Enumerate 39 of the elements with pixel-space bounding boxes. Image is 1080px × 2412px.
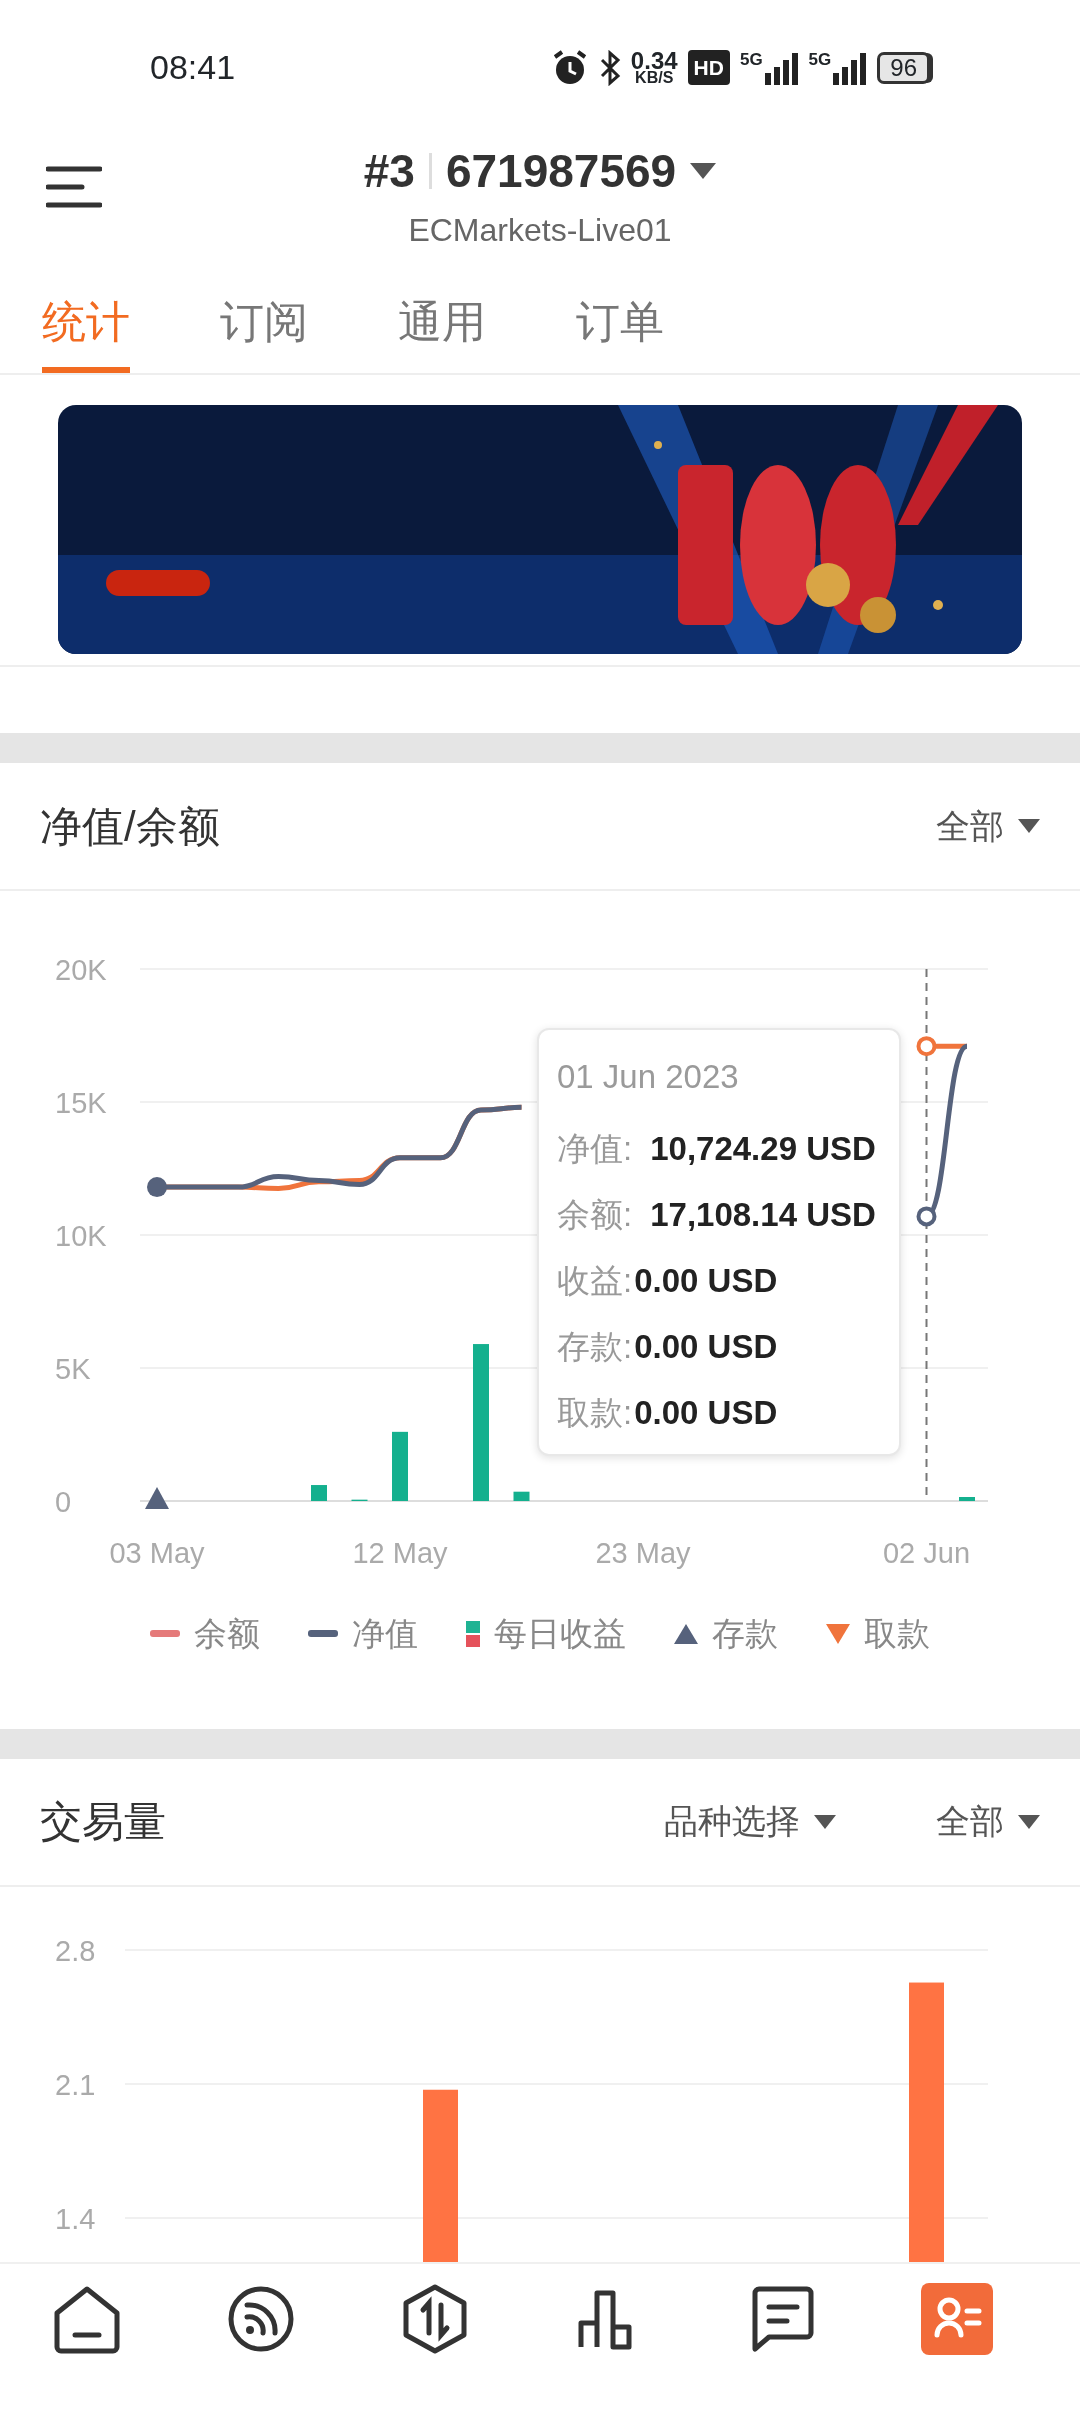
tooltip-value: 10,724.29 USD bbox=[650, 1129, 876, 1167]
legend-label: 取款 bbox=[864, 1614, 930, 1654]
axis-label: 10K bbox=[55, 1220, 107, 1252]
speed-unit: KB/S bbox=[635, 71, 674, 86]
battery-icon: 96 bbox=[877, 51, 930, 84]
section-title: 交易量 bbox=[40, 1797, 166, 1847]
tooltip-label: 净值: bbox=[557, 1129, 633, 1167]
tooltip-value: 0.00 USD bbox=[634, 1393, 778, 1431]
status-time: 08:41 bbox=[150, 47, 236, 88]
network-type: 5G bbox=[739, 50, 763, 68]
tooltip-label: 存款: bbox=[557, 1327, 633, 1365]
account-index: #3 bbox=[363, 143, 415, 199]
axis-label: 5K bbox=[55, 1353, 91, 1385]
legend-label: 每日收益 bbox=[494, 1614, 626, 1654]
axis-label: 12 May bbox=[352, 1537, 448, 1569]
legend-label: 余额 bbox=[194, 1614, 260, 1654]
axis-label: 20K bbox=[55, 954, 107, 986]
axis-label: 1.4 bbox=[55, 2202, 96, 2235]
axis-label: 15K bbox=[55, 1087, 107, 1119]
tooltip-label: 余额: bbox=[557, 1195, 633, 1233]
tooltip-value: 17,108.14 USD bbox=[650, 1195, 876, 1233]
tooltip-label: 取款: bbox=[557, 1393, 633, 1431]
axis-label: 2.1 bbox=[55, 2068, 96, 2101]
axis-label: 03 May bbox=[109, 1537, 205, 1569]
legend-label: 存款 bbox=[712, 1614, 778, 1654]
axis-label: 02 Jun bbox=[882, 1537, 971, 1569]
network-type: 5G bbox=[808, 50, 832, 68]
tooltip-value: 0.00 USD bbox=[634, 1261, 778, 1299]
axis-label: 0 bbox=[55, 1486, 72, 1518]
tooltip-date: 01 Jun 2023 bbox=[557, 1057, 740, 1097]
axis-label: 2.8 bbox=[55, 1934, 96, 1967]
server-name: ECMarkets-Live01 bbox=[408, 210, 672, 250]
tooltip-label: 收益: bbox=[557, 1261, 633, 1299]
network-speed: 0.34 bbox=[630, 49, 678, 72]
section-title: 净值/余额 bbox=[40, 801, 220, 852]
tooltip-value: 0.00 USD bbox=[634, 1327, 778, 1365]
hd-badge: HD bbox=[687, 49, 730, 86]
axis-label: 23 May bbox=[595, 1537, 691, 1569]
legend-label: 净值 bbox=[352, 1614, 418, 1654]
